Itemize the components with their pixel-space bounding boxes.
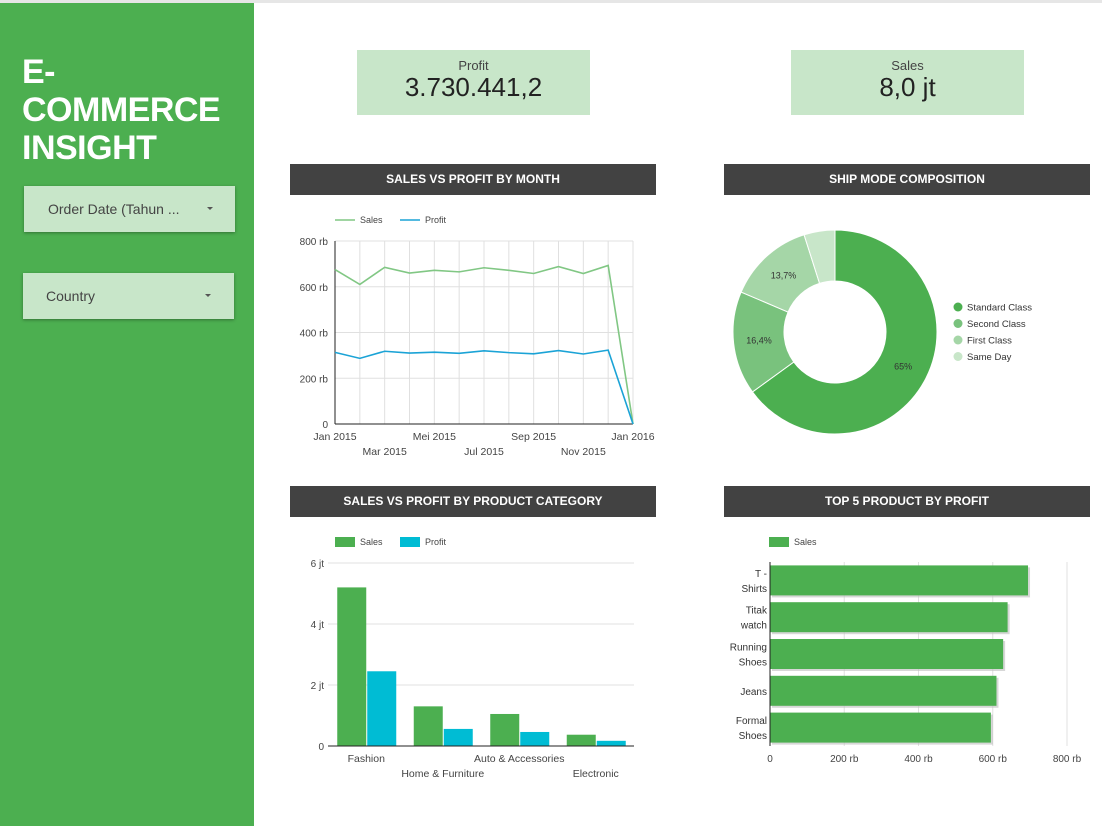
slice-label: 16,4%: [746, 336, 772, 346]
chevron-down-icon: [205, 294, 211, 297]
y-tick-label: 400 rb: [300, 329, 329, 340]
ship-chart-title: SHIP MODE COMPOSITION: [724, 164, 1090, 195]
chevron-down-icon: [207, 207, 213, 210]
x-tick-label: 0: [767, 754, 773, 765]
y-tick-label: 600 rb: [300, 283, 329, 294]
month-chart-title: SALES VS PROFIT BY MONTH: [290, 164, 656, 195]
bar-sales: [770, 675, 997, 706]
profit-scorecard: Profit 3.730.441,2: [357, 50, 590, 115]
bar-profit: [443, 728, 473, 746]
x-tick-label: Jan 2015: [313, 431, 356, 443]
sales-profit-by-month-chart: 0 200 rb 400 rb 600 rb 800 rb Jan 2015 Mar 201…: [300, 215, 655, 458]
top5-chart-title: TOP 5 PRODUCT BY PROFIT: [724, 486, 1090, 517]
y-tick-label: 800 rb: [300, 237, 329, 248]
legend-swatch: [769, 537, 789, 547]
y-tick-label: 200 rb: [300, 374, 329, 385]
legend-swatch: [953, 352, 963, 361]
profit-scorecard-value: 3.730.441,2: [404, 72, 543, 102]
bar-profit: [520, 731, 550, 746]
x-tick-label: Mei 2015: [413, 431, 456, 443]
y-tick-label: Shoes: [739, 731, 767, 742]
x-tick-label: 600 rb: [979, 754, 1008, 765]
y-tick-label: 4 jt: [311, 620, 325, 631]
y-tick-label: Shoes: [739, 658, 767, 669]
country-filter[interactable]: Country: [23, 273, 234, 319]
legend-swatch: [953, 335, 963, 345]
sidebar: E-COMMERCE INSIGHT Order Date (Tahun ...…: [0, 3, 254, 826]
slice-label: 13,7%: [771, 270, 797, 280]
legend-swatch: [953, 302, 963, 312]
y-tick-label: 2 jt: [311, 681, 325, 692]
y-tick-label: Formal: [736, 716, 767, 727]
slice-label: 65%: [894, 362, 912, 372]
legend-swatch: [335, 537, 355, 547]
sales-scorecard-value: 8,0 jt: [879, 72, 936, 102]
y-tick-label: 6 jt: [311, 559, 325, 570]
x-tick-label: Sep 2015: [511, 431, 556, 443]
bar-sales: [490, 713, 520, 746]
bar-sales: [770, 712, 991, 743]
legend-label: Standard Class: [967, 303, 1032, 314]
legend-label: Profit: [425, 215, 447, 225]
y-tick-label: Jeans: [740, 687, 767, 698]
legend-label: Sales: [360, 215, 383, 225]
bar-sales: [337, 587, 367, 746]
bar-sales: [566, 734, 596, 746]
legend-label: Second Class: [967, 319, 1026, 330]
y-tick-label: Titak: [746, 606, 768, 617]
y-tick-label: Shirts: [741, 584, 767, 595]
y-tick-label: Running: [730, 643, 767, 654]
x-tick-label: Fashion: [348, 753, 386, 765]
x-tick-label: 400 rb: [904, 754, 933, 765]
profit-scorecard-label: Profit: [458, 58, 489, 73]
bar-sales: [770, 639, 1004, 669]
y-tick-label: watch: [740, 621, 767, 632]
legend-label: First Class: [967, 336, 1012, 347]
country-filter-label: Country: [46, 288, 96, 304]
legend-label: Sales: [360, 537, 383, 547]
top5-product-by-profit-chart: 0 200 rb 400 rb 600 rb 800 rb T - Shirts Titak w…: [730, 537, 1082, 765]
x-tick-label: Nov 2015: [561, 446, 606, 458]
x-tick-label: Mar 2015: [362, 446, 407, 458]
order-date-filter[interactable]: Order Date (Tahun ...: [24, 186, 235, 232]
sales-scorecard: Sales 8,0 jt: [791, 50, 1024, 115]
bar-sales: [770, 602, 1008, 633]
bar-profit: [367, 671, 397, 746]
legend-swatch: [953, 319, 963, 328]
y-tick-label: T -: [755, 569, 767, 580]
sales-scorecard-label: Sales: [891, 58, 924, 73]
legend-label: Sales: [794, 537, 817, 547]
y-tick-label: 0: [318, 742, 324, 753]
x-tick-label: Jan 2016: [611, 431, 654, 443]
order-date-filter-label: Order Date (Tahun ...: [48, 201, 180, 217]
legend-swatch: [400, 537, 420, 547]
x-tick-label: 200 rb: [830, 754, 859, 765]
x-tick-label: Home & Furniture: [401, 768, 484, 780]
x-tick-label: Auto & Accessories: [474, 753, 564, 765]
x-tick-label: Electronic: [573, 768, 619, 780]
x-tick-label: 800 rb: [1053, 754, 1082, 765]
bar-sales: [770, 565, 1029, 596]
category-chart-title: SALES VS PROFIT BY PRODUCT CATEGORY: [290, 486, 656, 517]
y-tick-label: 0: [322, 420, 328, 431]
app-title: E-COMMERCE INSIGHT: [22, 53, 221, 167]
ship-mode-composition-chart: 65% 16,4% 13,7% Standard Class Second Class F…: [732, 229, 1032, 435]
bar-sales: [413, 706, 443, 746]
bar-profit: [596, 740, 626, 746]
legend-label: Profit: [425, 537, 447, 547]
x-tick-label: Jul 2015: [464, 446, 504, 458]
sales-profit-by-category-chart: 0 2 jt 4 jt 6 jt Fashion Home & Furniture Auto…: [311, 537, 634, 780]
legend-label: Same Day: [967, 352, 1012, 363]
